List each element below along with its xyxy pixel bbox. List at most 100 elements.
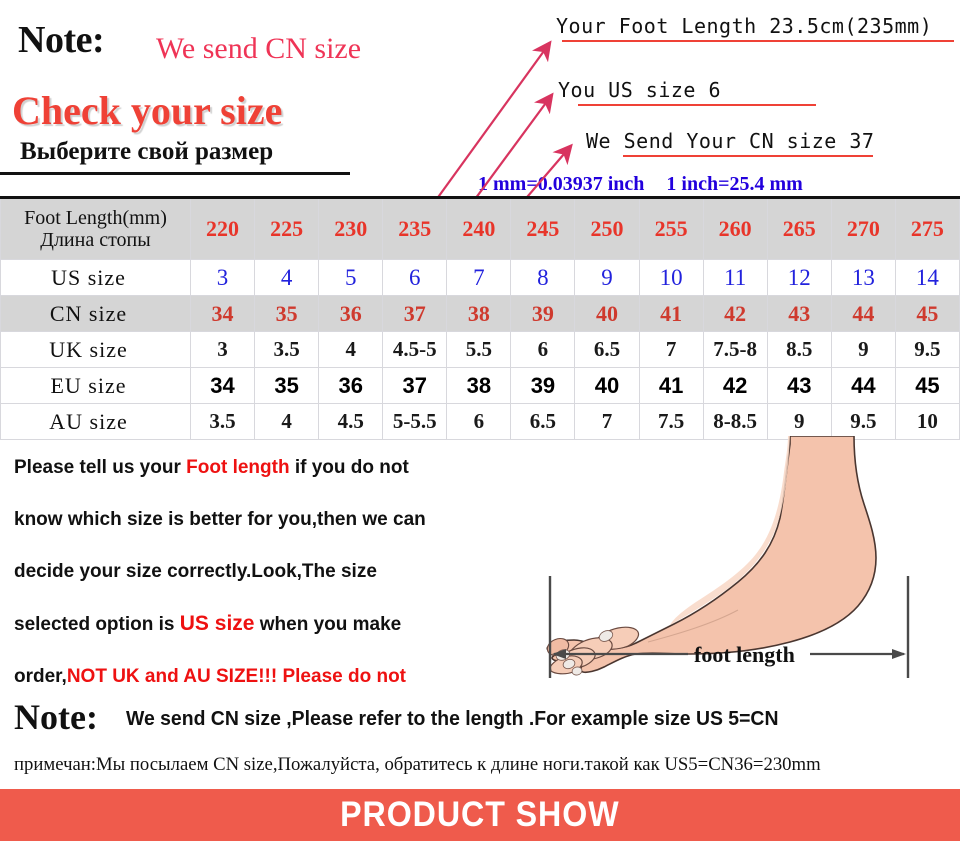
cell-foot-length: 260 <box>702 196 768 260</box>
cell-cn-size: 44 <box>830 295 896 332</box>
cell-au-size: 3.5 <box>189 403 256 440</box>
cell-us-size: 5 <box>318 259 384 296</box>
cell-eu-size: 44 <box>830 367 896 404</box>
instruction-line-5a: order, <box>14 666 67 687</box>
cell-au-size: 4.5 <box>318 403 384 440</box>
table-row-uk-size: UK size 3 3.5 4 4.5-5 5.5 6 6.5 7 7.5-8 … <box>0 331 960 368</box>
annotation-underline <box>562 40 954 42</box>
bottom-note-russian: примечан:Мы посылаем CN size,Пожалуйста,… <box>14 754 821 775</box>
table-row-eu-size: EU size 34 35 36 37 38 39 40 41 42 43 44… <box>0 367 960 404</box>
cell-eu-size: 34 <box>189 367 256 404</box>
row-label-au: AU size <box>0 403 191 440</box>
table-row-foot-length: Foot Length(mm) Длина стопы 220 225 230 … <box>0 196 960 260</box>
cell-au-size: 6 <box>446 403 512 440</box>
cell-us-size: 3 <box>189 259 256 296</box>
cell-foot-length: 245 <box>510 196 576 260</box>
instructions-section: Please tell us your Foot length if you d… <box>0 436 960 698</box>
header-section: Note: We send CN size Check your size Вы… <box>0 0 960 196</box>
diagram-caption: foot length <box>694 642 795 667</box>
cell-foot-length: 265 <box>766 196 832 260</box>
cell-au-size: 9.5 <box>830 403 896 440</box>
cell-cn-size: 41 <box>638 295 704 332</box>
cell-uk-size: 5.5 <box>446 331 512 368</box>
instruction-line-4a: selected option is <box>14 614 180 635</box>
table-row-au-size: AU size 3.5 4 4.5 5-5.5 6 6.5 7 7.5 8-8.… <box>0 403 960 440</box>
cell-eu-size: 36 <box>318 367 384 404</box>
cell-au-size: 5-5.5 <box>382 403 448 440</box>
cell-au-size: 10 <box>894 403 960 440</box>
instruction-line-4: selected option is US size when you make <box>14 598 514 651</box>
cell-uk-size: 9 <box>830 331 896 368</box>
conversion-mm-to-inch: 1 mm=0.03937 inch <box>478 173 645 195</box>
cell-uk-size: 3.5 <box>254 331 320 368</box>
row-label-foot-length-ru: Длина стопы <box>40 229 151 251</box>
size-conversion-table: Foot Length(mm) Длина стопы 220 225 230 … <box>0 196 960 440</box>
cell-us-size: 8 <box>510 259 576 296</box>
cell-cn-size: 36 <box>318 295 384 332</box>
cell-cn-size: 45 <box>894 295 960 332</box>
cell-eu-size: 38 <box>446 367 512 404</box>
page-title: Check your size <box>12 88 283 133</box>
conversion-inch-to-mm: 1 inch=25.4 mm <box>666 173 803 195</box>
bottom-note-text: We send CN size ,Please refer to the len… <box>126 708 779 730</box>
annotation-underline <box>578 104 816 106</box>
cell-cn-size: 35 <box>254 295 320 332</box>
cell-eu-size: 37 <box>382 367 448 404</box>
foot-length-diagram: foot length <box>546 436 910 678</box>
annotation-underline <box>623 155 873 157</box>
row-label-eu: EU size <box>0 367 191 404</box>
cell-cn-size: 43 <box>766 295 832 332</box>
note-subtitle: We send CN size <box>156 32 362 65</box>
instruction-line-1: Please tell us your Foot length if you d… <box>14 442 514 494</box>
cell-foot-length: 270 <box>830 196 896 260</box>
cell-foot-length: 255 <box>638 196 704 260</box>
cell-cn-size: 37 <box>382 295 448 332</box>
cell-au-size: 6.5 <box>510 403 576 440</box>
cell-us-size: 6 <box>382 259 448 296</box>
cell-foot-length: 220 <box>189 196 256 260</box>
cell-eu-size: 41 <box>638 367 704 404</box>
title-divider <box>0 172 350 175</box>
cell-uk-size: 8.5 <box>766 331 832 368</box>
cell-au-size: 9 <box>766 403 832 440</box>
instruction-highlight-us-size: US size <box>179 612 255 635</box>
cell-au-size: 4 <box>254 403 320 440</box>
cell-foot-length: 240 <box>446 196 512 260</box>
instruction-line-4b: when you make <box>254 614 402 635</box>
instruction-line-1a: Please tell us your <box>14 457 187 478</box>
page-title-russian: Выберите свой размер <box>20 138 274 165</box>
product-show-banner: PRODUCT SHOW <box>0 789 960 841</box>
cell-cn-size: 34 <box>189 295 256 332</box>
cell-uk-size: 7 <box>638 331 704 368</box>
unit-conversion: 1 mm=0.03937 inch 1 inch=25.4 mm <box>478 173 803 196</box>
cell-foot-length: 230 <box>318 196 384 260</box>
cell-uk-size: 6 <box>510 331 576 368</box>
annotation-us-size-text: You US size 6 <box>558 78 722 102</box>
cell-au-size: 7.5 <box>638 403 704 440</box>
bottom-note-line: Note: We send CN size ,Please refer to t… <box>0 697 960 744</box>
cell-us-size: 11 <box>702 259 768 296</box>
row-label-cn: CN size <box>0 295 191 332</box>
cell-us-size: 12 <box>766 259 832 296</box>
instruction-line-3: decide your size correctly.Look,The size <box>14 561 377 582</box>
cell-eu-size: 39 <box>510 367 576 404</box>
cell-eu-size: 40 <box>574 367 640 404</box>
instruction-highlight-warning: NOT UK and AU SIZE!!! Please do not <box>66 666 407 687</box>
cell-uk-size: 4.5-5 <box>382 331 448 368</box>
annotation-foot-length: Your Foot Length 23.5cm(235mm) <box>556 14 954 42</box>
instruction-line-2: know which size is better for you,then w… <box>14 509 426 530</box>
cell-foot-length: 225 <box>254 196 320 260</box>
cell-us-size: 10 <box>638 259 704 296</box>
cell-eu-size: 45 <box>894 367 960 404</box>
cell-us-size: 9 <box>574 259 640 296</box>
cell-eu-size: 42 <box>702 367 768 404</box>
row-label-uk: UK size <box>0 331 191 368</box>
annotation-us-size: You US size 6 <box>558 78 816 106</box>
cell-us-size: 4 <box>254 259 320 296</box>
cell-uk-size: 9.5 <box>894 331 960 368</box>
cell-au-size: 7 <box>574 403 640 440</box>
bottom-note-label: Note: <box>14 697 98 737</box>
foot-illustration <box>546 436 877 676</box>
cell-uk-size: 7.5-8 <box>702 331 768 368</box>
instructions-paragraph: Please tell us your Foot length if you d… <box>14 442 514 703</box>
